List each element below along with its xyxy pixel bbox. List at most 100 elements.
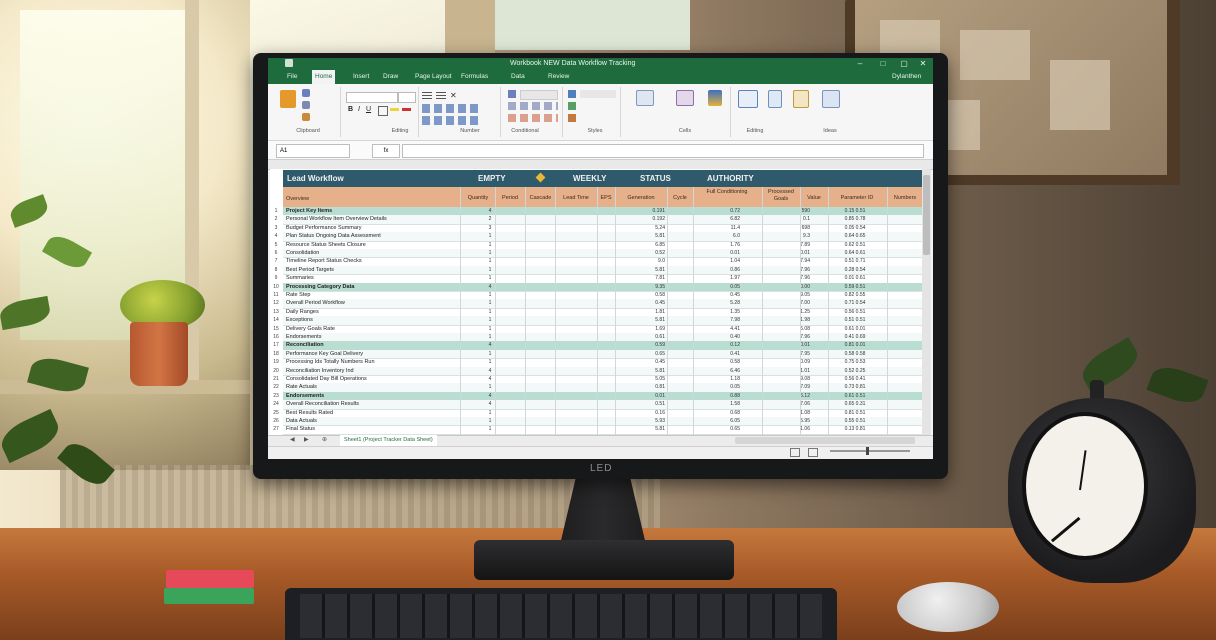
cell-parameter-id[interactable]: 0.81 0.01: [830, 342, 880, 348]
decimal-buttons[interactable]: [508, 114, 558, 122]
sort-filter-icon[interactable]: [793, 90, 809, 108]
cell-processed-goals[interactable]: 0.00: [770, 284, 810, 290]
cell-full-conditioning[interactable]: 11.4: [700, 225, 740, 231]
cell-full-conditioning[interactable]: 1.58: [700, 401, 740, 407]
cell-overview[interactable]: Overall Period Workflow: [286, 300, 345, 306]
cell-full-conditioning[interactable]: 0.41: [700, 351, 740, 357]
column-header[interactable]: Cycle: [668, 195, 692, 202]
cell-generation[interactable]: 0.51: [625, 401, 665, 407]
cell-generation[interactable]: 0.45: [625, 300, 665, 306]
row-number[interactable]: 24: [270, 401, 282, 407]
cell-generation[interactable]: 5.24: [625, 225, 665, 231]
cell-processed-goals[interactable]: 0.01: [770, 250, 810, 256]
row-number[interactable]: 14: [270, 317, 282, 323]
cell-parameter-id[interactable]: 0.15 0.51: [830, 208, 880, 214]
cell-quantity[interactable]: 1: [470, 309, 510, 315]
cell-parameter-id[interactable]: 0.13 0.81: [830, 426, 880, 432]
cell-full-conditioning[interactable]: 1.76: [700, 242, 740, 248]
align-top-icon[interactable]: [422, 92, 432, 100]
cell-parameter-id[interactable]: 0.52 0.25: [830, 368, 880, 374]
cell-quantity[interactable]: 1: [470, 351, 510, 357]
cell-full-conditioning[interactable]: 1.97: [700, 275, 740, 281]
cell-overview[interactable]: Final Status: [286, 426, 315, 432]
row-number[interactable]: 2: [270, 216, 282, 222]
indent-buttons[interactable]: [422, 116, 482, 125]
cell-parameter-id[interactable]: 0.55 0.51: [830, 418, 880, 424]
currency-icon[interactable]: [508, 90, 516, 98]
cell-processed-goals[interactable]: 7.89: [770, 242, 810, 248]
fill-icon[interactable]: [768, 90, 782, 108]
column-header[interactable]: Value: [801, 195, 827, 202]
row-number[interactable]: 18: [270, 351, 282, 357]
cell-overview[interactable]: Budget Performance Summary: [286, 225, 362, 231]
insert-cells-icon[interactable]: [636, 90, 654, 106]
row-number[interactable]: 20: [270, 368, 282, 374]
row-number[interactable]: 8: [270, 267, 282, 273]
row-number[interactable]: 17: [270, 342, 282, 348]
cell-generation[interactable]: 0.45: [625, 359, 665, 365]
row-number[interactable]: 12: [270, 300, 282, 306]
row-number[interactable]: 9: [270, 275, 282, 281]
cell-quantity[interactable]: 1: [470, 426, 510, 432]
cell-parameter-id[interactable]: 0.51 0.51: [830, 317, 880, 323]
cell-full-conditioning[interactable]: 0.86: [700, 267, 740, 273]
tab-page-layout[interactable]: Page Layout: [412, 70, 455, 84]
cell-parameter-id[interactable]: 0.61 0.51: [830, 393, 880, 399]
cell-parameter-id[interactable]: 0.01 0.61: [830, 275, 880, 281]
font-color-icon[interactable]: [402, 108, 411, 111]
restore-icon[interactable]: □: [878, 58, 888, 70]
cell-parameter-id[interactable]: 0.64 0.65: [830, 233, 880, 239]
column-header[interactable]: Period: [497, 195, 523, 202]
cell-generation[interactable]: 5.81: [625, 368, 665, 374]
cell-parameter-id[interactable]: 0.65 0.31: [830, 401, 880, 407]
cell-generation[interactable]: 5.05: [625, 376, 665, 382]
cell-parameter-id[interactable]: 0.75 0.53: [830, 359, 880, 365]
cell-generation[interactable]: 0.59: [625, 342, 665, 348]
cell-quantity[interactable]: 1: [470, 292, 510, 298]
cell-overview[interactable]: Timeline Report Status Checks: [286, 258, 362, 264]
column-header[interactable]: Processed Goals: [763, 189, 799, 203]
cell-quantity[interactable]: 1: [470, 359, 510, 365]
maximize-icon[interactable]: ▢: [899, 58, 909, 70]
vertical-scroll-thumb[interactable]: [923, 175, 930, 255]
cell-quantity[interactable]: 4: [470, 368, 510, 374]
row-number[interactable]: 4: [270, 233, 282, 239]
normal-view-icon[interactable]: [790, 448, 800, 457]
cell-parameter-id[interactable]: 0.51 0.71: [830, 258, 880, 264]
cell-generation[interactable]: 0.81: [625, 384, 665, 390]
cell-generation[interactable]: 5.81: [625, 267, 665, 273]
column-header[interactable]: EPS: [598, 195, 614, 202]
insert-function-button[interactable]: fx: [372, 144, 400, 158]
cell-parameter-id[interactable]: 0.56 0.41: [830, 376, 880, 382]
number-format-dropdown[interactable]: [520, 90, 558, 100]
cell-full-conditioning[interactable]: 6.82: [700, 216, 740, 222]
cell-generation[interactable]: 0.61: [625, 334, 665, 340]
cut-icon[interactable]: [302, 89, 310, 97]
row-number[interactable]: 21: [270, 376, 282, 382]
zoom-slider[interactable]: [830, 450, 910, 452]
cell-generation[interactable]: 5.81: [625, 426, 665, 432]
column-header[interactable]: Numbers: [888, 195, 922, 202]
row-number[interactable]: 22: [270, 384, 282, 390]
cell-quantity[interactable]: 1: [470, 258, 510, 264]
cell-processed-goals[interactable]: 7.96: [770, 275, 810, 281]
cell-overview[interactable]: Daily Ranges: [286, 309, 319, 315]
cell-overview[interactable]: Performance Key Goal Delivery: [286, 351, 363, 357]
cell-quantity[interactable]: 1: [470, 384, 510, 390]
cell-generation[interactable]: 7.81: [625, 275, 665, 281]
cell-full-conditioning[interactable]: 6.46: [700, 368, 740, 374]
underline-icon[interactable]: U: [366, 106, 371, 113]
cell-processed-goals[interactable]: 7.95: [770, 351, 810, 357]
cell-full-conditioning[interactable]: 0.65: [700, 426, 740, 432]
cell-processed-goals[interactable]: 7.09: [770, 384, 810, 390]
cell-full-conditioning[interactable]: 0.40: [700, 334, 740, 340]
cell-full-conditioning[interactable]: 4.41: [700, 326, 740, 332]
row-number[interactable]: 13: [270, 309, 282, 315]
row-number[interactable]: 19: [270, 359, 282, 365]
alignment-buttons[interactable]: [422, 104, 482, 113]
cell-processed-goals[interactable]: 1.08: [770, 410, 810, 416]
cell-quantity[interactable]: 4: [470, 376, 510, 382]
cell-generation[interactable]: 0.58: [625, 292, 665, 298]
cell-parameter-id[interactable]: 0.41 0.69: [830, 334, 880, 340]
cell-overview[interactable]: Processing Ids Totally Numbers Run: [286, 359, 375, 365]
